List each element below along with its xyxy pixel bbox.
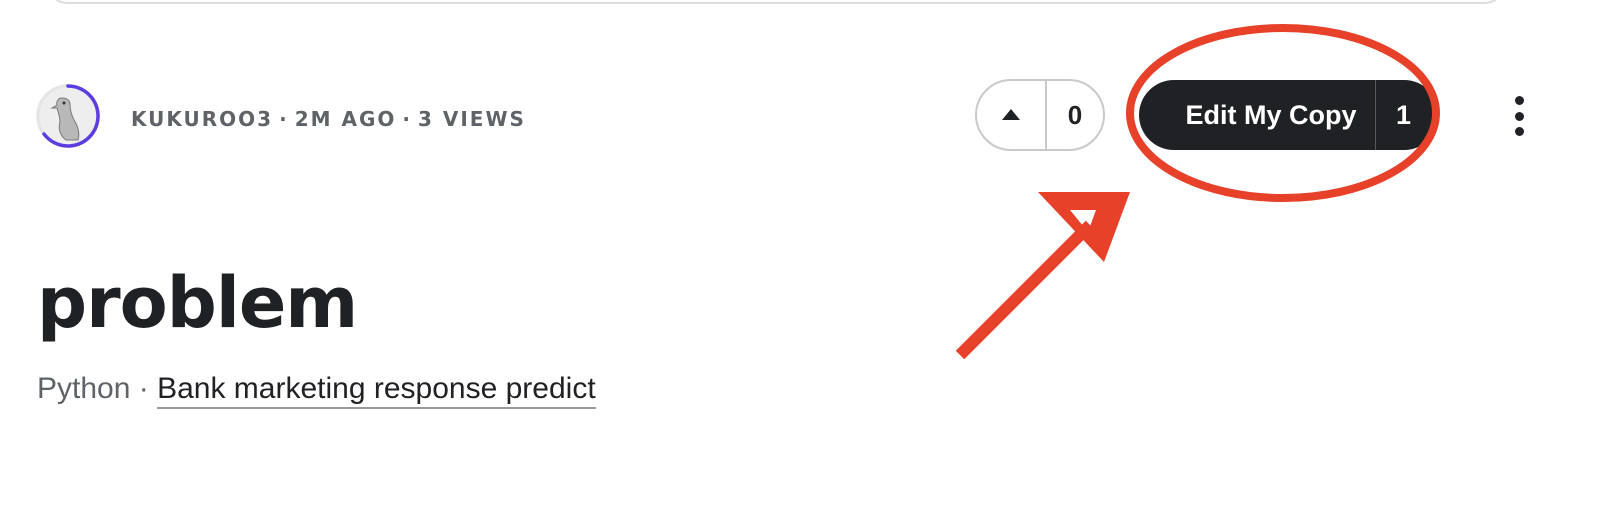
search-bar-edge[interactable]: [46, 0, 1506, 4]
author-meta: KUKUROO3 · 2M AGO · 3 VIEWS: [131, 107, 526, 131]
notebook-header-page: KUKUROO3 · 2M AGO · 3 VIEWS 0 Edit My Copy 1…: [0, 0, 1606, 520]
posted-time: 2M AGO: [294, 107, 397, 131]
annotation-overlay: [955, 24, 1440, 360]
subtitle-separator: ·: [138, 372, 149, 405]
caret-up-icon: [1002, 109, 1020, 120]
copies-count-button[interactable]: 1: [1376, 100, 1439, 131]
upvote-button[interactable]: [977, 81, 1047, 149]
annotation-arrow-shaft: [955, 220, 1095, 360]
dataset-link[interactable]: Bank marketing response predict: [157, 372, 596, 409]
meta-separator: ·: [279, 107, 289, 131]
vote-widget: 0: [975, 79, 1105, 151]
view-count: 3 VIEWS: [418, 107, 526, 131]
notebook-subtitle: Python · Bank marketing response predict: [37, 372, 596, 409]
vote-count[interactable]: 0: [1047, 100, 1103, 131]
annotation-arrow-head: [1038, 192, 1130, 262]
edit-my-copy-button[interactable]: Edit My Copy 1: [1139, 80, 1439, 150]
edit-my-copy-label[interactable]: Edit My Copy: [1139, 100, 1375, 131]
language-label: Python: [37, 372, 131, 405]
avatar-progress-ring: [36, 84, 100, 148]
author-username[interactable]: KUKUROO3: [131, 107, 273, 131]
meta-separator: ·: [402, 107, 412, 131]
page-title: problem: [37, 262, 358, 344]
kebab-menu-icon[interactable]: [1506, 96, 1532, 136]
